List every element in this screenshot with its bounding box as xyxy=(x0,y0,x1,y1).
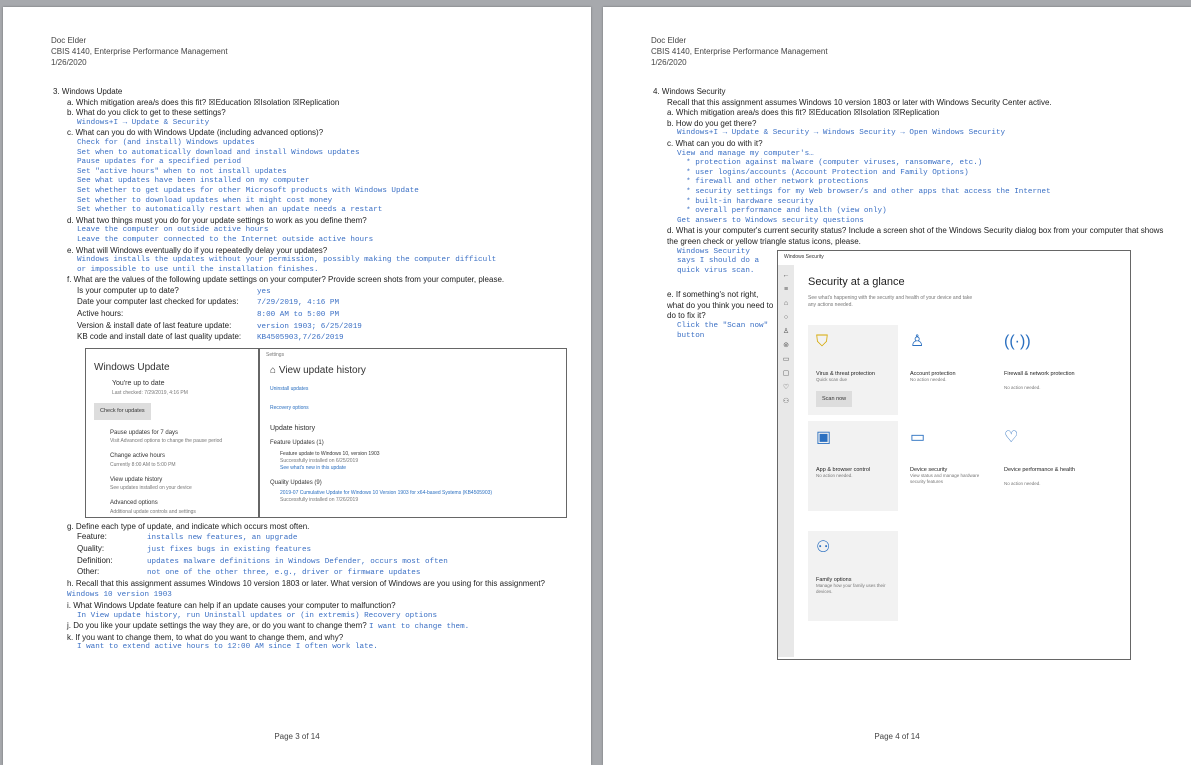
windows-update-screenshot: Windows Update You're up to date Last ch… xyxy=(85,347,259,520)
date: 1/26/2020 xyxy=(51,58,87,67)
g-row: Feature: installs new features, an upgrad… xyxy=(77,532,298,543)
kb-link[interactable]: 2019-07 Cumulative Update for Windows 10… xyxy=(260,490,566,497)
wu-opt[interactable]: Change active hours Currently 8:00 AM to … xyxy=(86,449,258,473)
course: CBIS 4140, Enterprise Performance Manage… xyxy=(651,47,828,56)
f-table: Is your computer up to date? yes Date you… xyxy=(53,286,573,344)
g-row: Definition: updates malware definitions i… xyxy=(77,555,448,566)
f-row: Is your computer up to date? yes xyxy=(77,285,271,296)
intro: Recall that this assignment assumes Wind… xyxy=(667,97,1052,107)
laptop-icon: ▭ xyxy=(910,428,926,446)
quality-updates-group[interactable]: Quality Updates (9) xyxy=(260,472,566,491)
recovery-options-link[interactable]: Recovery options xyxy=(260,399,566,418)
answer-k: I want to extend active hours to 12:00 A… xyxy=(77,643,378,652)
update-history-screenshot: Settings ⌂ View update history Uninstall… xyxy=(259,347,567,518)
question-k: k. If you want to change them, to what d… xyxy=(67,632,344,642)
page-body: 3. Windows Update a. Which mitigation ar… xyxy=(53,87,573,653)
feature-updates-group[interactable]: Feature Updates (1) xyxy=(260,436,566,451)
f-row: Active hours: 8:00 AM to 5:00 PM xyxy=(77,309,340,320)
shield-warning-icon: ⛉ xyxy=(816,332,829,350)
question-c: c. What can you do with Windows Update (… xyxy=(67,128,324,138)
home-icon: ⌂ xyxy=(270,364,279,376)
g-table: Feature: installs new features, an upgrad… xyxy=(53,532,573,578)
page-3: Doc Elder CBIS 4140, Enterprise Performa… xyxy=(3,7,591,765)
update-history-heading: Update history xyxy=(270,424,316,432)
device-security-tile[interactable]: ▭ Device security View status and manage … xyxy=(902,420,992,511)
question-e: e. What will Windows eventually do if yo… xyxy=(67,245,328,255)
wifi-icon: ((·)) xyxy=(1004,332,1031,350)
wu-opt[interactable]: Pause updates for 7 days Visit Advanced o… xyxy=(86,426,258,450)
answer-b: Windows+I → Update & Security → Windows … xyxy=(677,129,1006,138)
g-row: Other: not one of the other three, e.g., … xyxy=(77,567,421,578)
question-d: d. What two things must you do for your … xyxy=(67,215,367,225)
app-browser-tile[interactable]: ▣ App & browser control No action needed. xyxy=(808,420,898,511)
question-heading: 3. Windows Update xyxy=(53,87,123,96)
family-options-tile[interactable]: ⚇ Family options Manage how your family u… xyxy=(808,530,898,621)
page-number: Page 3 of 14 xyxy=(274,732,320,741)
answer-c: Check for (and install) Windows updates … xyxy=(77,138,419,215)
account-icon: ♙ xyxy=(910,332,925,350)
screenshots-area: Windows Update You're up to date Last ch… xyxy=(53,344,573,522)
page-number: Page 4 of 14 xyxy=(874,732,920,741)
answer-c: View and manage my computer's… * protect… xyxy=(677,149,1051,225)
author: Doc Elder xyxy=(651,36,687,45)
question-heading: 4. Windows Security xyxy=(653,87,726,96)
virus-threat-tile[interactable]: ⛉ Virus & threat protection Quick scan du… xyxy=(808,324,898,415)
scan-now-button[interactable]: Scan now xyxy=(816,390,853,408)
nav-icons[interactable]: ← ≡ ⌂ ○ ♙ ⊚ ▭ ▢ ♡ ⚇ xyxy=(778,265,794,409)
heart-icon: ♡ xyxy=(1004,428,1019,446)
author: Doc Elder xyxy=(51,36,87,45)
question-b: b. How do you get there? xyxy=(667,118,757,128)
course: CBIS 4140, Enterprise Performance Manage… xyxy=(51,47,228,56)
wu-opt[interactable]: View update history See updates installed… xyxy=(86,473,258,497)
page-header: Doc Elder CBIS 4140, Enterprise Performa… xyxy=(51,35,228,68)
uninstall-updates-link[interactable]: Uninstall updates xyxy=(260,380,566,399)
check-for-updates-button[interactable]: Check for updates xyxy=(94,403,151,420)
whats-new-link[interactable]: See what's new in this update xyxy=(260,465,566,472)
question-d: d. What is your computer's current secur… xyxy=(667,226,1164,246)
f-row: KB code and install date of last quality… xyxy=(77,332,344,343)
ws-subtitle: See what's happening with the security a… xyxy=(808,294,973,308)
f-row: Version & install date of last feature u… xyxy=(77,320,362,331)
page-header: Doc Elder CBIS 4140, Enterprise Performa… xyxy=(651,35,828,68)
device-health-tile[interactable]: ♡ Device performance & health No action n… xyxy=(996,420,1086,511)
browser-icon: ▣ xyxy=(816,428,832,446)
answer-b: Windows+I → Update & Security xyxy=(77,118,210,127)
settings-app-label: Settings xyxy=(266,351,285,358)
wu-title: Windows Update xyxy=(94,361,170,373)
family-icon: ⚇ xyxy=(816,538,831,556)
windows-security-screenshot: Windows Security ← ≡ ⌂ ○ ♙ ⊚ ▭ ▢ ♡ ⚇ Security at … xyxy=(777,249,1131,660)
question-g: g. Define each type of update, and indic… xyxy=(67,521,310,531)
question-b: b. What do you click to get to these set… xyxy=(67,108,226,118)
question-j: j. Do you like your update settings the … xyxy=(67,621,470,632)
d-area: Windows Security says I should do a quic… xyxy=(653,248,1173,668)
answer-d: Leave the computer on outside active hou… xyxy=(77,226,374,244)
answer-e: Windows installs the updates without you… xyxy=(77,256,497,274)
answer-i: In View update history, run Uninstall up… xyxy=(77,611,438,620)
wu-status: You're up to date xyxy=(112,380,165,388)
ws-sidebar: ← ≡ ⌂ ○ ♙ ⊚ ▭ ▢ ♡ ⚇ xyxy=(778,264,794,657)
ws-app-label: Windows Security xyxy=(784,253,824,260)
firewall-tile[interactable]: ((·)) Firewall & network protection No ac… xyxy=(996,324,1086,415)
wu-checked: Last checked: 7/29/2019, 4:16 PM xyxy=(112,390,188,397)
question-c: c. What can you do with it? xyxy=(667,138,763,148)
question-e: e. If something's not right, what do you… xyxy=(667,290,774,321)
question-a: a. Which mitigation area/s does this fit… xyxy=(667,108,940,118)
page-4: Doc Elder CBIS 4140, Enterprise Performa… xyxy=(603,7,1191,765)
ws-title: Security at a glance xyxy=(808,275,905,288)
vh-title: ⌂ View update history xyxy=(270,364,366,376)
g-row: Quality: just fixes bugs in existing feat… xyxy=(77,544,312,555)
question-i: i. What Windows Update feature can help … xyxy=(67,601,396,610)
page-body: 4. Windows Security Recall that this ass… xyxy=(653,87,1173,668)
question-a: a. Which mitigation area/s does this fit… xyxy=(67,97,340,107)
wu-opt[interactable]: Advanced options Additional update contro… xyxy=(86,496,258,520)
f-row: Date your computer last checked for upda… xyxy=(77,297,340,308)
question-f: f. What are the values of the following … xyxy=(67,275,505,285)
question-h: h. Recall that this assignment assumes W… xyxy=(67,578,546,600)
date: 1/26/2020 xyxy=(651,58,687,67)
account-protection-tile[interactable]: ♙ Account protection No action needed. xyxy=(902,324,992,415)
